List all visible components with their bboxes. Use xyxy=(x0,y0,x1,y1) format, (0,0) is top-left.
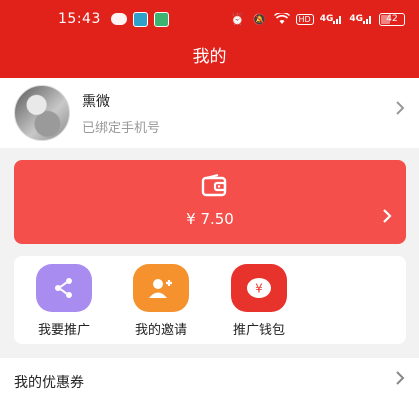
coupon-row[interactable]: 我的优惠券 xyxy=(0,358,419,405)
chevron-right-icon xyxy=(395,370,405,391)
profile-name: 熏微 xyxy=(82,93,110,110)
svg-text:¥: ¥ xyxy=(255,282,263,296)
wechat-notification-icon xyxy=(110,13,127,25)
red-packet-icon: ¥ xyxy=(231,264,287,312)
shortcut-promo-wallet[interactable]: ¥ 推广钱包 xyxy=(219,264,299,342)
signal-icon-2: 4G xyxy=(349,12,373,26)
app-header: 15:43 ⏰ 🔕 HD 4G 4G 42 我的 xyxy=(0,0,419,78)
status-bar: 15:43 ⏰ 🔕 HD 4G 4G 42 xyxy=(0,0,419,38)
wifi-icon xyxy=(273,12,290,26)
app-notification-icon-2 xyxy=(153,11,169,27)
app-notification-icon xyxy=(132,11,148,27)
shortcut-label: 我要推广 xyxy=(37,323,90,338)
shortcut-my-invites[interactable]: 我的邀请 xyxy=(121,264,201,342)
status-time: 15:43 xyxy=(58,11,101,27)
invite-user-icon xyxy=(133,264,189,312)
coupon-label: 我的优惠券 xyxy=(14,374,84,391)
avatar[interactable] xyxy=(14,85,70,141)
shortcut-label: 我的邀请 xyxy=(134,323,187,338)
alarm-icon: ⏰ xyxy=(230,12,245,26)
chevron-right-icon xyxy=(395,100,405,121)
profile-section[interactable]: 熏微 已绑定手机号 xyxy=(0,78,419,148)
wallet-icon xyxy=(201,174,229,198)
page-title: 我的 xyxy=(192,47,227,67)
profile-phone-status: 已绑定手机号 xyxy=(82,120,161,136)
wallet-balance: ¥ 7.50 xyxy=(186,210,234,228)
mute-icon: 🔕 xyxy=(252,12,267,26)
wallet-card[interactable]: ¥ 7.50 xyxy=(14,160,406,244)
battery-icon: 42 xyxy=(379,12,405,26)
signal-icon-1: 4G xyxy=(320,12,344,26)
shortcut-label: 推广钱包 xyxy=(232,323,285,338)
shortcut-promote[interactable]: 我要推广 xyxy=(24,264,104,342)
hd-icon: HD xyxy=(295,13,314,25)
chevron-right-icon xyxy=(382,208,392,229)
shortcut-panel: 我要推广 我的邀请 ¥ 推广钱包 xyxy=(14,256,406,344)
share-icon xyxy=(36,264,92,312)
